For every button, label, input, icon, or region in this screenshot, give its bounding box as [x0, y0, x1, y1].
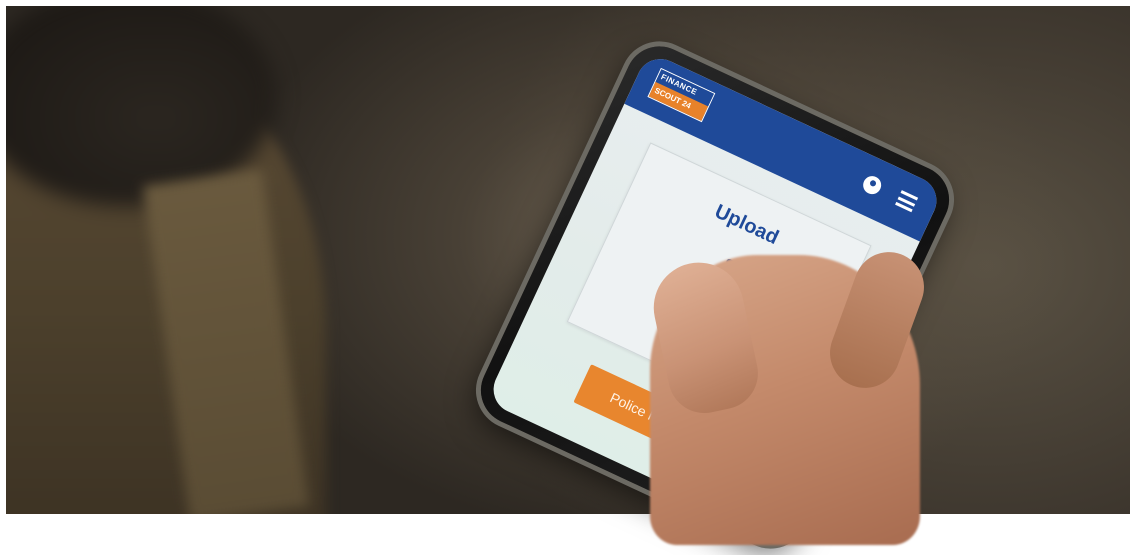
hamburger-menu-icon[interactable] [895, 190, 919, 213]
brand-logo[interactable]: FINANCE SCOUT 24 [647, 67, 716, 123]
account-icon[interactable] [860, 173, 885, 198]
